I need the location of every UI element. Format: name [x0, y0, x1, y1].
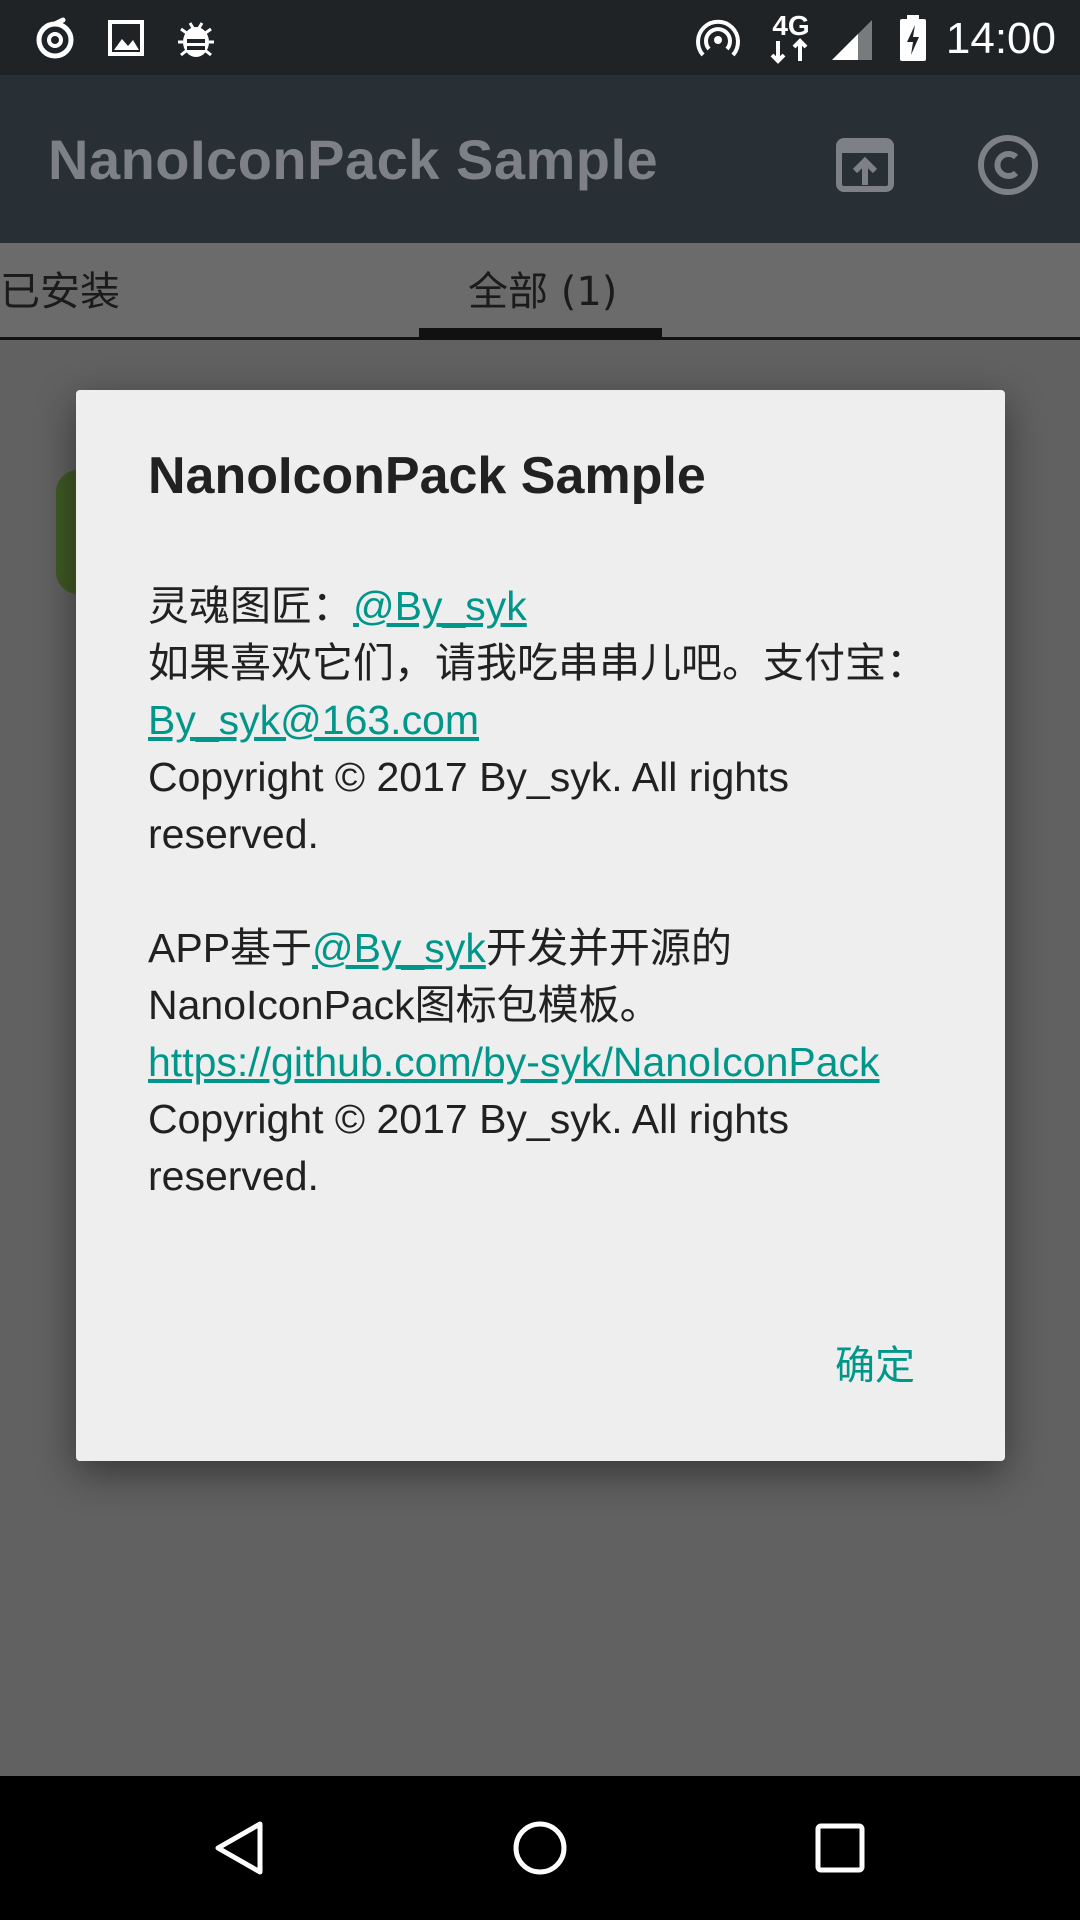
- tab-indicator: [419, 328, 662, 337]
- copyright-icon[interactable]: [976, 133, 1040, 197]
- open-in-icon[interactable]: [833, 133, 897, 197]
- tab-installed[interactable]: 已安装: [0, 243, 120, 337]
- copyright-text: Copyright © 2017 By_syk. All rights rese…: [148, 754, 789, 857]
- designer-link[interactable]: @By_syk: [353, 583, 527, 629]
- status-bar: 4G 14:00: [0, 0, 1080, 75]
- author-link[interactable]: @By_syk: [312, 925, 486, 971]
- image-icon: [104, 0, 148, 75]
- navigation-bar: [0, 1776, 1080, 1920]
- hotspot-icon: [693, 0, 743, 75]
- tab-all[interactable]: 全部 (1): [468, 243, 617, 337]
- ok-button[interactable]: 确定: [835, 1333, 915, 1391]
- app-title: NanoIconPack Sample: [48, 128, 659, 191]
- network-4g-icon: 4G: [764, 0, 818, 75]
- netease-music-icon: [30, 0, 80, 75]
- back-icon[interactable]: [170, 1776, 310, 1920]
- copyright-text-2: Copyright © 2017 By_syk. All rights rese…: [148, 1096, 789, 1199]
- dialog-body: 灵魂图匠：@By_syk 如果喜欢它们，请我吃串串儿吧。支付宝：By_syk@1…: [148, 578, 938, 1205]
- home-icon[interactable]: [470, 1776, 610, 1920]
- app-bar: NanoIconPack Sample: [0, 75, 1080, 243]
- signal-icon: [828, 0, 876, 75]
- designer-label: 灵魂图匠：: [148, 583, 353, 629]
- svg-text:4G: 4G: [772, 11, 809, 41]
- alipay-link[interactable]: By_syk@163.com: [148, 697, 479, 743]
- recents-icon[interactable]: [770, 1776, 910, 1920]
- bug-icon: [172, 0, 220, 75]
- tab-bar: 已安装 全部 (1): [0, 243, 1080, 340]
- dialog-title: NanoIconPack Sample: [148, 447, 706, 505]
- donate-text: 如果喜欢它们，请我吃串串儿吧。支付宝：: [148, 640, 927, 686]
- battery-charging-icon: [896, 0, 930, 75]
- github-link[interactable]: https://github.com/by-syk/NanoIconPack: [148, 1039, 880, 1085]
- about-dialog: NanoIconPack Sample 灵魂图匠：@By_syk 如果喜欢它们，…: [76, 390, 1005, 1461]
- status-time: 14:00: [945, 14, 1056, 63]
- template-prefix: APP基于: [148, 925, 313, 971]
